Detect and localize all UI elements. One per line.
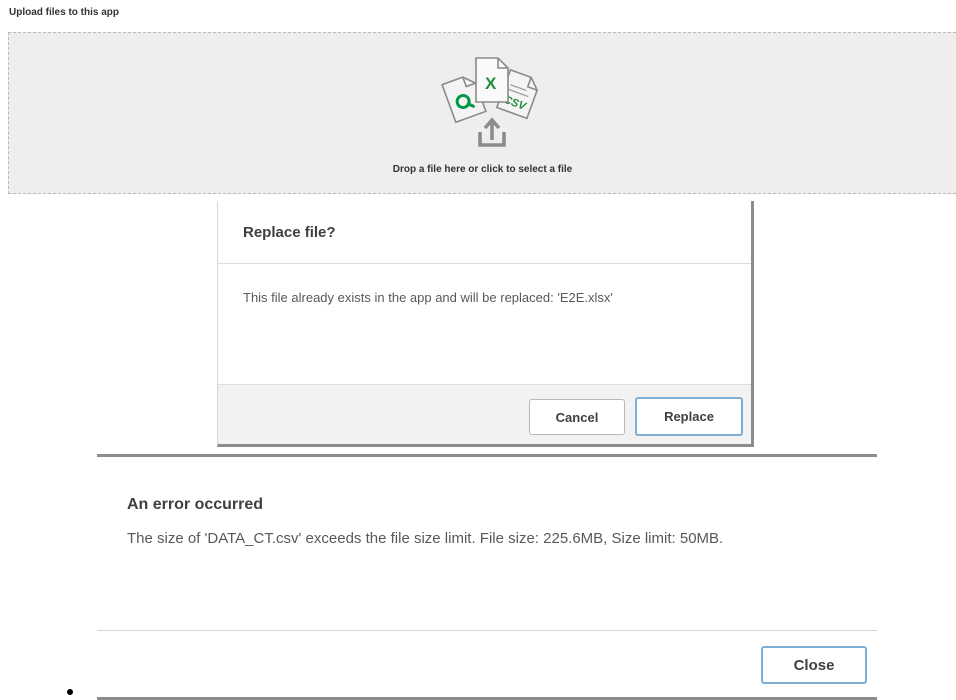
error-dialog-title: An error occurred	[127, 496, 264, 513]
upload-section-title: Upload files to this app	[9, 7, 120, 18]
dropzone-instructions: Drop a file here or click to select a fi…	[392, 164, 573, 175]
list-bullet	[67, 689, 73, 695]
upload-files-icon: CSV X	[441, 57, 539, 147]
replace-dialog-title: Replace file?	[243, 224, 336, 241]
replace-dialog-header: Replace file?	[218, 201, 751, 264]
replace-button[interactable]: Replace	[635, 397, 743, 436]
page: Upload files to this app CSV X Drop a fi…	[0, 0, 956, 700]
close-button[interactable]: Close	[761, 646, 867, 684]
excel-file-icon: X	[475, 57, 509, 103]
error-dialog-top-border	[97, 454, 877, 457]
cancel-button[interactable]: Cancel	[529, 399, 625, 435]
error-dialog-message: The size of 'DATA_CT.csv' exceeds the fi…	[127, 530, 724, 547]
svg-text:X: X	[485, 74, 497, 93]
replace-file-dialog: Replace file? This file already exists i…	[217, 201, 754, 447]
file-dropzone[interactable]: CSV X Drop a file here or click to selec…	[8, 32, 956, 194]
error-dialog-divider	[97, 630, 877, 631]
upload-arrow-icon	[478, 117, 506, 147]
replace-dialog-footer: Cancel Replace	[218, 384, 751, 444]
replace-dialog-message: This file already exists in the app and …	[243, 290, 613, 305]
